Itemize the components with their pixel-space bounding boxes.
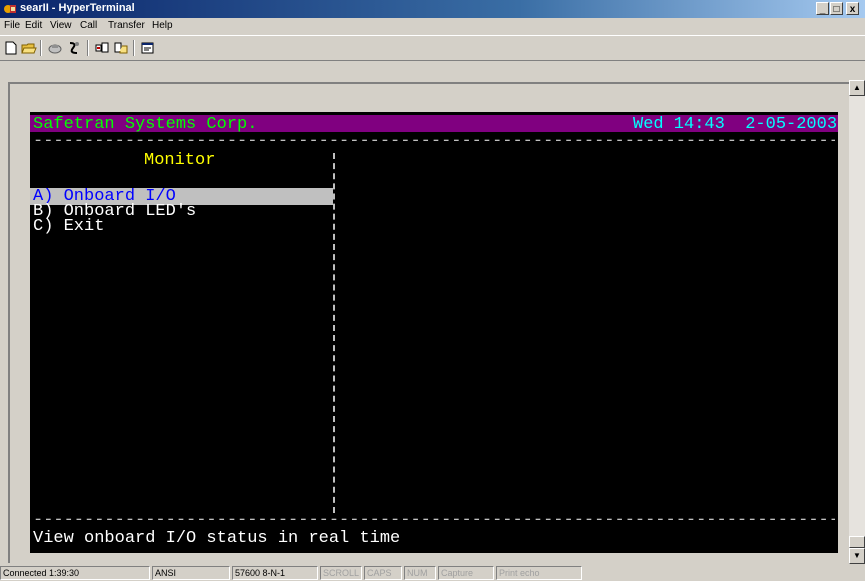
toolbar-separator — [40, 40, 42, 56]
top-divider: ----------------------------------------… — [33, 134, 835, 149]
menu-view[interactable]: View — [50, 20, 72, 31]
menu-title: Monitor — [144, 151, 216, 170]
toolbar-separator — [87, 40, 89, 56]
status-scroll: SCROLL — [320, 566, 362, 580]
status-num: NUM — [404, 566, 436, 580]
window-title: searII - HyperTerminal — [20, 2, 135, 14]
bottom-divider: ----------------------------------------… — [33, 513, 835, 528]
menu-transfer[interactable]: Transfer — [108, 20, 145, 31]
menu-item-exit[interactable]: C) Exit — [33, 218, 104, 235]
date-time: Wed 14:43 2-05-2003 — [633, 115, 838, 134]
menu-call[interactable]: Call — [80, 20, 97, 31]
receive-icon[interactable] — [112, 40, 130, 56]
status-settings: 57600 8-N-1 — [232, 566, 318, 580]
title-bar[interactable]: searII - HyperTerminal _ □ x — [0, 0, 865, 18]
terminal-screen[interactable]: Safetran Systems Corp. Wed 14:43 2-05-20… — [30, 112, 838, 553]
menu-help[interactable]: Help — [152, 20, 173, 31]
menu-bar: File Edit View Call Transfer Help — [0, 18, 865, 35]
toolbar — [0, 35, 865, 61]
vertical-scrollbar[interactable] — [849, 96, 865, 536]
status-print-echo: Print echo — [496, 566, 582, 580]
toolbar-separator — [133, 40, 135, 56]
new-connection-icon[interactable] — [2, 40, 20, 56]
terminal-status-line: View onboard I/O status in real time — [33, 529, 401, 548]
status-capture: Capture — [438, 566, 494, 580]
status-connected: Connected 1:39:30 — [0, 566, 150, 580]
hyperterminal-icon — [4, 5, 16, 13]
maximize-button[interactable]: □ — [830, 2, 843, 15]
scroll-thumb[interactable] — [849, 536, 865, 548]
menu-edit[interactable]: Edit — [25, 20, 42, 31]
company-name: Safetran Systems Corp. — [33, 115, 258, 134]
open-folder-icon[interactable] — [20, 40, 38, 56]
status-emulation: ANSI — [152, 566, 230, 580]
properties-icon[interactable] — [139, 40, 157, 56]
minimize-button[interactable]: _ — [816, 2, 829, 15]
send-icon[interactable] — [93, 40, 111, 56]
status-caps: CAPS — [364, 566, 402, 580]
call-icon[interactable] — [65, 40, 83, 56]
scroll-up-button[interactable]: ▲ — [849, 80, 865, 96]
close-button[interactable]: x — [846, 2, 859, 15]
scroll-down-button[interactable]: ▼ — [849, 548, 865, 564]
menu-file[interactable]: File — [4, 20, 20, 31]
vertical-divider — [333, 153, 335, 513]
disconnect-icon[interactable] — [46, 40, 64, 56]
